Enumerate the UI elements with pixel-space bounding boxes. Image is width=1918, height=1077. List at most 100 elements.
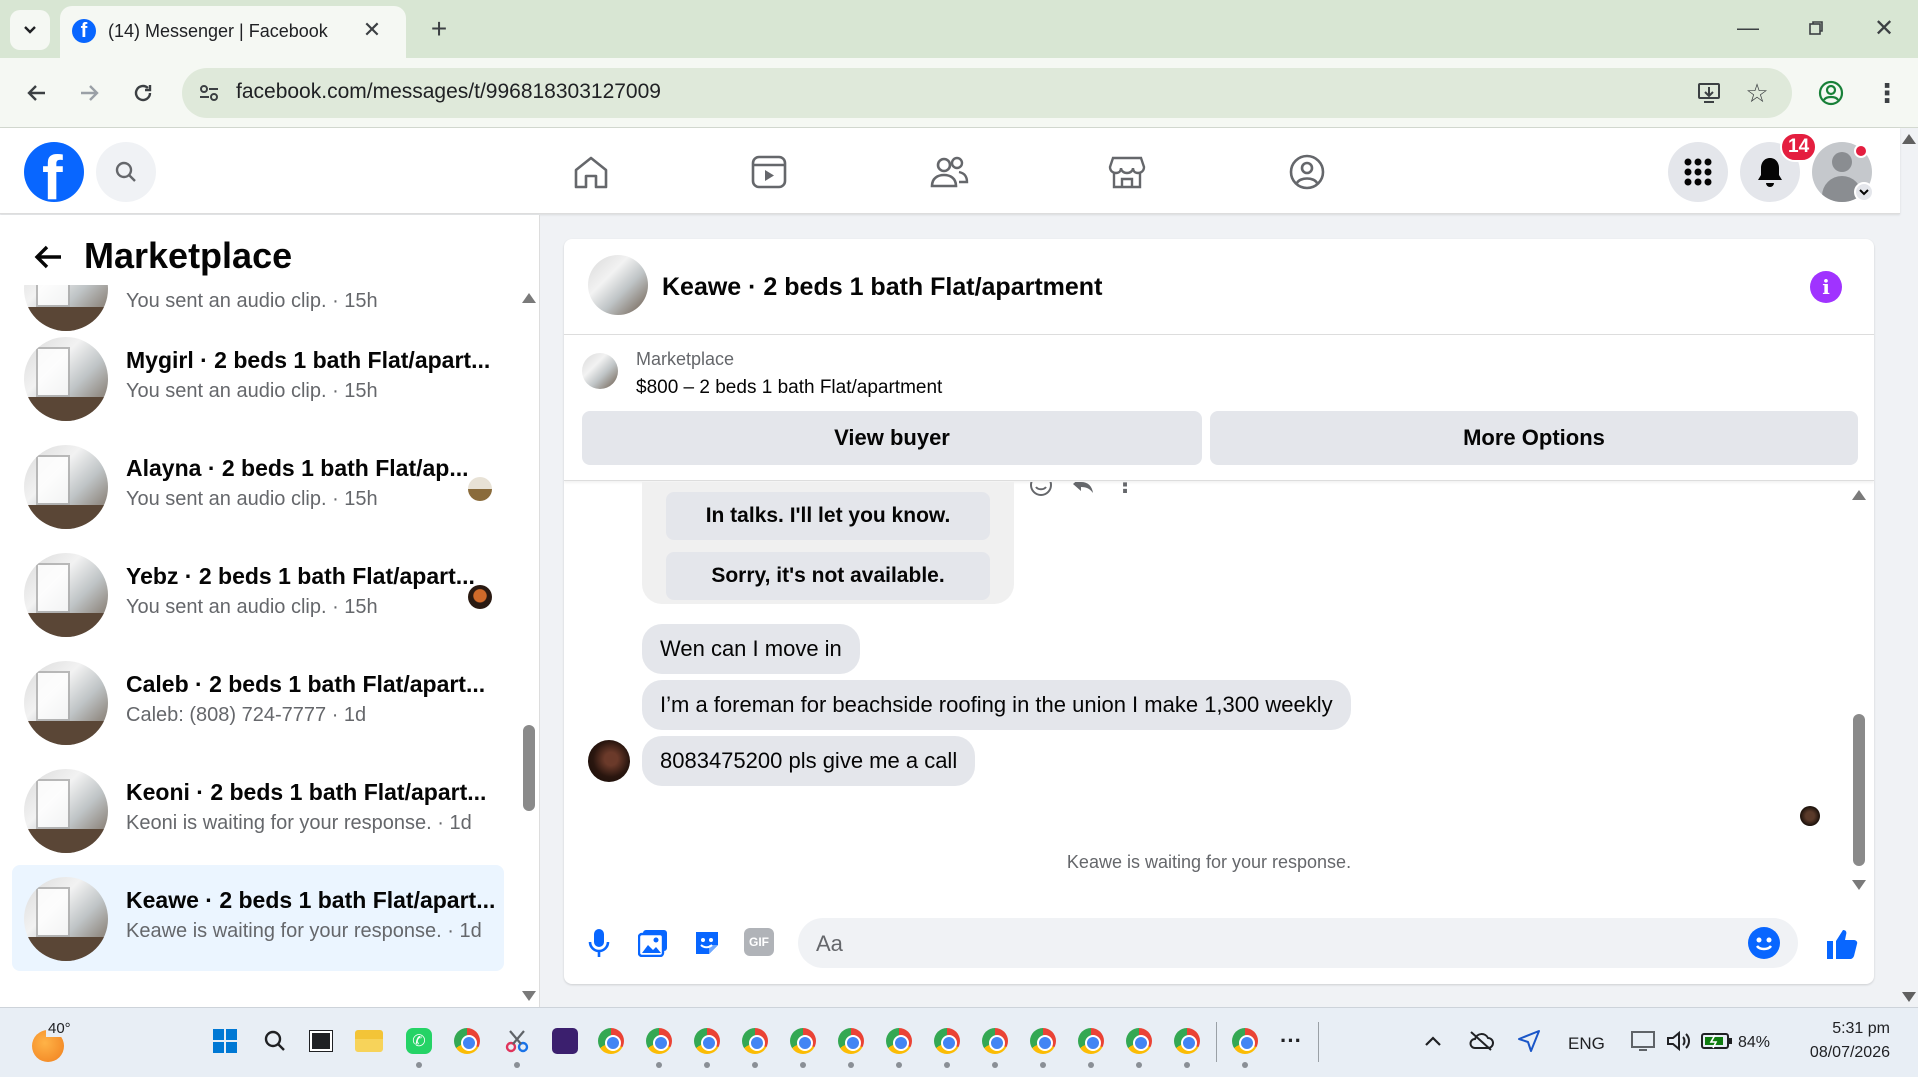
- display-icon[interactable]: [1626, 1024, 1660, 1058]
- task-view-icon[interactable]: [304, 1024, 338, 1058]
- more-apps-icon[interactable]: ···: [1274, 1024, 1308, 1058]
- more-actions-icon[interactable]: ⋮: [1112, 482, 1138, 498]
- chrome-profile-icon[interactable]: [882, 1024, 916, 1068]
- list-scroll-up-icon[interactable]: [522, 293, 536, 303]
- view-buyer-button[interactable]: View buyer: [582, 411, 1202, 465]
- chat-scroll-up-icon[interactable]: [1852, 490, 1866, 500]
- browser-menu-icon[interactable]: ⋮: [1870, 76, 1904, 110]
- emoji-icon[interactable]: [1748, 927, 1780, 959]
- page-scroll-up-icon[interactable]: [1902, 134, 1916, 144]
- show-hidden-icons-icon[interactable]: [1416, 1024, 1450, 1058]
- search-button[interactable]: [96, 142, 156, 202]
- sender-avatar[interactable]: [588, 740, 630, 782]
- chat-listing-thumbnail[interactable]: [588, 255, 648, 315]
- battery-icon[interactable]: [1700, 1024, 1734, 1058]
- taskbar-search-icon[interactable]: [258, 1024, 292, 1058]
- clock-time[interactable]: 5:31 pm: [1790, 1020, 1890, 1038]
- conversation-item[interactable]: Mygirl · 2 beds 1 bath Flat/apart... You…: [12, 325, 504, 431]
- react-emoji-icon[interactable]: [1028, 482, 1054, 498]
- conversation-item[interactable]: Yebz · 2 beds 1 bath Flat/apart... You s…: [12, 541, 504, 647]
- nav-gaming-icon[interactable]: [1282, 150, 1332, 194]
- quick-reply-button[interactable]: In talks. I'll let you know.: [666, 492, 990, 540]
- chrome-profile-icon[interactable]: [1170, 1024, 1204, 1068]
- microphone-icon[interactable]: [582, 926, 616, 960]
- page-scroll-down-icon[interactable]: [1902, 992, 1916, 1002]
- profile-icon[interactable]: [1814, 76, 1848, 110]
- chrome-profile-icon[interactable]: [1122, 1024, 1156, 1068]
- address-bar[interactable]: facebook.com/messages/t/996818303127009 …: [182, 68, 1792, 118]
- reload-icon[interactable]: [124, 74, 162, 112]
- conversation-item[interactable]: Keoni · 2 beds 1 bath Flat/apart... Keon…: [12, 757, 504, 863]
- facebook-logo-icon[interactable]: f: [24, 142, 84, 202]
- quick-reply-button[interactable]: Sorry, it's not available.: [666, 552, 990, 600]
- chrome-icon[interactable]: [450, 1024, 484, 1058]
- like-thumbs-up-icon[interactable]: [1822, 924, 1862, 964]
- windows-start-icon[interactable]: [208, 1024, 242, 1058]
- seen-avatar: [468, 585, 492, 609]
- running-indicator: [704, 1062, 710, 1068]
- list-scrollbar-thumb[interactable]: [523, 725, 535, 811]
- nav-video-icon[interactable]: [744, 150, 794, 194]
- site-settings-icon[interactable]: [194, 78, 224, 108]
- chrome-profile-icon[interactable]: [930, 1024, 964, 1068]
- back-arrow-icon[interactable]: [28, 237, 68, 277]
- chrome-profile-icon[interactable]: [834, 1024, 868, 1068]
- chat-scroll-down-icon[interactable]: [1852, 880, 1866, 890]
- chrome-profile-icon[interactable]: [1074, 1024, 1108, 1068]
- message-input[interactable]: Aa: [798, 918, 1798, 968]
- info-icon[interactable]: i: [1810, 271, 1842, 303]
- chrome-profile-icon[interactable]: [786, 1024, 820, 1068]
- new-tab-button[interactable]: +: [422, 12, 456, 46]
- close-tab-icon[interactable]: ✕: [358, 16, 386, 44]
- back-arrow-icon[interactable]: [18, 74, 56, 112]
- listing-thumbnail: [24, 769, 108, 853]
- chrome-icon[interactable]: [594, 1024, 628, 1058]
- account-chevron-icon[interactable]: [1854, 182, 1874, 202]
- gif-icon[interactable]: GIF: [744, 928, 774, 956]
- nav-marketplace-icon[interactable]: [1102, 150, 1152, 194]
- forward-arrow-icon[interactable]: [70, 74, 108, 112]
- location-icon[interactable]: [1512, 1024, 1546, 1058]
- sync-off-icon[interactable]: [1464, 1024, 1498, 1058]
- sticker-icon[interactable]: [690, 926, 724, 960]
- nav-friends-icon[interactable]: [924, 150, 974, 194]
- tab-list-button[interactable]: [10, 10, 50, 50]
- install-app-icon[interactable]: [1694, 78, 1724, 108]
- chrome-profile-icon[interactable]: [642, 1024, 676, 1068]
- chrome-profile-icon[interactable]: [690, 1024, 724, 1068]
- message-bubble: I’m a foreman for beachside roofing in t…: [642, 680, 1351, 730]
- chrome-profile-icon[interactable]: [978, 1024, 1012, 1068]
- bookmark-star-icon[interactable]: ☆: [1742, 78, 1772, 108]
- nav-home-icon[interactable]: [566, 150, 616, 194]
- listing-card-thumbnail[interactable]: [582, 353, 618, 389]
- url-text[interactable]: facebook.com/messages/t/996818303127009: [236, 80, 661, 104]
- listing-title[interactable]: $800 – 2 beds 1 bath Flat/apartment: [636, 377, 942, 399]
- minimize-window-icon[interactable]: —: [1726, 10, 1770, 46]
- chrome-profile-icon[interactable]: [738, 1024, 772, 1068]
- volume-icon[interactable]: [1662, 1024, 1696, 1058]
- running-indicator: [752, 1062, 758, 1068]
- chrome-profile-icon[interactable]: [1228, 1024, 1262, 1068]
- menu-button[interactable]: [1668, 142, 1728, 202]
- whatsapp-icon[interactable]: ✆: [402, 1024, 436, 1068]
- conversation-item[interactable]: Caleb · 2 beds 1 bath Flat/apart... Cale…: [12, 649, 504, 755]
- running-indicator: [656, 1062, 662, 1068]
- conversation-item[interactable]: Alayna · 2 beds 1 bath Flat/ap... You se…: [12, 433, 504, 539]
- windows-taskbar: 40° ✆ ··· ENG 84% 5:31 pm 08/07/2026: [0, 1007, 1918, 1077]
- reply-icon[interactable]: [1070, 482, 1096, 498]
- restore-window-icon[interactable]: [1794, 10, 1838, 46]
- chrome-profile-icon[interactable]: [1026, 1024, 1060, 1068]
- close-window-icon[interactable]: ✕: [1862, 10, 1906, 46]
- language-indicator[interactable]: ENG: [1568, 1034, 1605, 1054]
- photo-gallery-icon[interactable]: [636, 926, 670, 960]
- chat-title[interactable]: Keawe · 2 beds 1 bath Flat/apartment: [662, 273, 1102, 302]
- chat-scrollbar-thumb[interactable]: [1853, 714, 1865, 866]
- app-icon[interactable]: [548, 1024, 582, 1058]
- more-options-button[interactable]: More Options: [1210, 411, 1858, 465]
- snipping-tool-icon[interactable]: [500, 1024, 534, 1068]
- file-explorer-icon[interactable]: [352, 1024, 386, 1058]
- clock-date[interactable]: 08/07/2026: [1790, 1044, 1890, 1062]
- conversation-item-selected[interactable]: Keawe · 2 beds 1 bath Flat/apart... Keaw…: [12, 865, 504, 971]
- browser-tab[interactable]: f (14) Messenger | Facebook ✕: [60, 6, 406, 58]
- list-scroll-down-icon[interactable]: [522, 991, 536, 1001]
